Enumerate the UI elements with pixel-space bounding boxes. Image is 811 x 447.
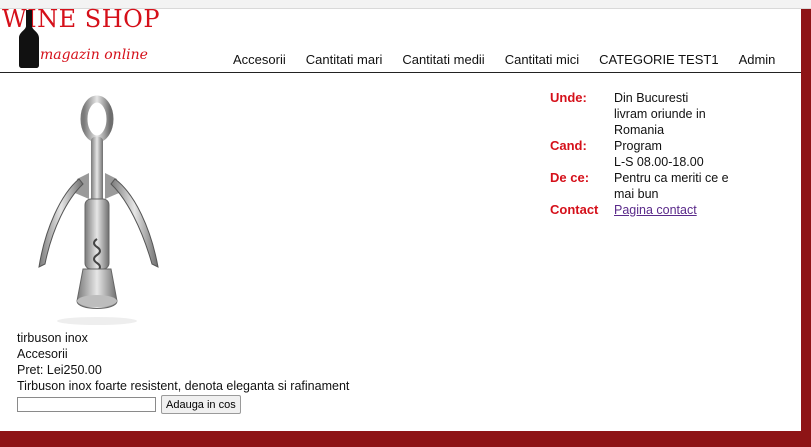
header-divider (0, 72, 801, 73)
product-price: Pret: Lei250.00 (17, 363, 102, 377)
nav-item-admin[interactable]: Admin (729, 52, 776, 67)
info-value-unde: Din Bucuresti livram oriunde in Romania (614, 90, 744, 138)
info-row-unde: Unde: Din Bucuresti livram oriunde in Ro… (550, 90, 744, 138)
info-row-cand: Cand: Program L-S 08.00-18.00 (550, 138, 744, 170)
nav-item-accesorii[interactable]: Accesorii (223, 52, 296, 67)
product-description: Tirbuson inox foarte resistent, denota e… (17, 379, 350, 393)
info-value-cand: Program L-S 08.00-18.00 (614, 138, 744, 170)
page-container: WINE SHOP magazin online Accesorii Canti… (0, 5, 801, 431)
corkscrew-product-image[interactable] (17, 89, 177, 329)
quantity-input[interactable] (17, 397, 156, 412)
add-to-cart-button[interactable]: Adauga in cos (161, 395, 241, 414)
product-details: tirbuson inox Accesorii Pret: Lei250.00 … (17, 330, 349, 394)
logo-subtitle: magazin online (40, 47, 148, 63)
nav-item-cantitati-medii[interactable]: Cantitati medii (392, 52, 494, 67)
main-nav: Accesorii Cantitati mari Cantitati medii… (223, 52, 775, 67)
info-text: L-S 08.00-18.00 (614, 155, 704, 169)
info-row-contact: Contact Pagina contact (550, 202, 744, 218)
info-value-contact: Pagina contact (614, 202, 744, 218)
nav-item-cantitati-mari[interactable]: Cantitati mari (296, 52, 393, 67)
info-row-dece: De ce: Pentru ca meriti ce e mai bun (550, 170, 744, 202)
info-label-cand: Cand: (550, 138, 587, 153)
add-to-cart-row: Adauga in cos (17, 395, 241, 414)
info-text: Romania (614, 123, 665, 137)
shop-info-panel: Unde: Din Bucuresti livram oriunde in Ro… (550, 90, 744, 218)
info-text: Pentru ca meriti ce e (614, 171, 729, 185)
info-text: Din Bucuresti (614, 91, 689, 105)
product-name: tirbuson inox (17, 331, 88, 345)
page-right-border (801, 9, 811, 431)
nav-item-cantitati-mici[interactable]: Cantitati mici (495, 52, 589, 67)
info-text: livram oriunde in (614, 107, 706, 121)
contact-page-link[interactable]: Pagina contact (614, 203, 697, 217)
nav-item-categorie-test1[interactable]: CATEGORIE TEST1 (589, 52, 728, 67)
wine-bottle-icon (19, 10, 39, 68)
info-label-dece: De ce: (550, 170, 590, 185)
info-label-contact: Contact (550, 202, 599, 217)
info-value-dece: Pentru ca meriti ce e mai bun (614, 170, 744, 202)
info-label-unde: Unde: (550, 90, 587, 105)
product-category: Accesorii (17, 347, 68, 361)
info-text: mai bun (614, 187, 659, 201)
info-text: Program (614, 139, 662, 153)
